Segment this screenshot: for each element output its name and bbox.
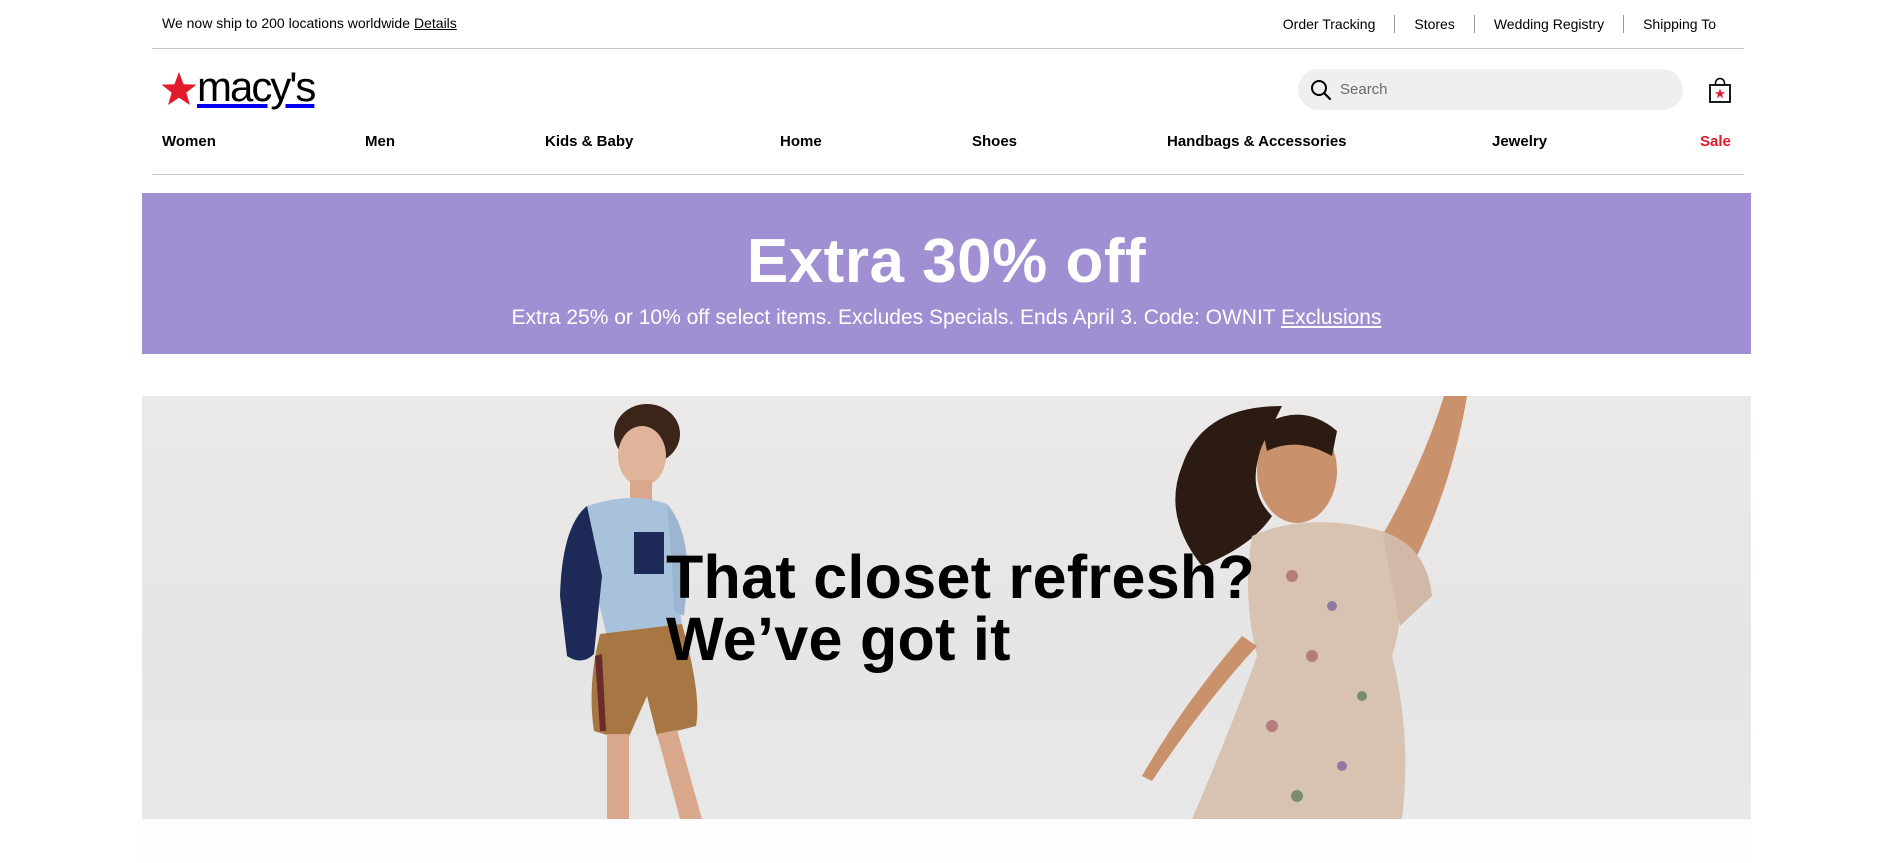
order-tracking-link[interactable]: Order Tracking: [1264, 15, 1395, 33]
search-bar[interactable]: [1298, 69, 1683, 110]
star-icon: [161, 72, 197, 105]
hero-banner[interactable]: That closet refresh? We’ve got it: [142, 396, 1751, 819]
nav-sale[interactable]: Sale: [1700, 133, 1731, 150]
promo-banner[interactable]: Extra 30% off Extra 25% or 10% off selec…: [142, 193, 1751, 354]
nav-handbags-accessories[interactable]: Handbags & Accessories: [1167, 133, 1347, 150]
stores-link[interactable]: Stores: [1394, 15, 1473, 33]
details-link[interactable]: Details: [414, 15, 457, 31]
hero-headline-line1: That closet refresh?: [666, 543, 1256, 611]
shopping-bag-icon: [1709, 77, 1731, 103]
nav-kids-baby[interactable]: Kids & Baby: [545, 133, 633, 150]
macys-logo[interactable]: macy's: [161, 63, 316, 110]
content-below-fold: [142, 819, 1751, 863]
promo-subtitle-text: Extra 25% or 10% off select items. Exclu…: [511, 306, 1276, 329]
shipping-to-link[interactable]: Shipping To: [1623, 15, 1716, 33]
nav-men[interactable]: Men: [365, 133, 395, 150]
utility-bar: We now ship to 200 locations worldwide De…: [152, 0, 1744, 49]
hero-headline: That closet refresh? We’ve got it: [666, 546, 1255, 670]
nav-jewelry[interactable]: Jewelry: [1492, 133, 1547, 150]
shipping-message: We now ship to 200 locations worldwide De…: [162, 15, 457, 31]
main-nav: Women Men Kids & Baby Home Shoes Handbag…: [152, 126, 1744, 175]
exclusions-link[interactable]: Exclusions: [1281, 306, 1381, 329]
nav-women[interactable]: Women: [162, 133, 216, 150]
utility-links: Order Tracking Stores Wedding Registry S…: [1264, 15, 1716, 33]
search-input[interactable]: [1340, 81, 1660, 98]
search-icon: [1311, 79, 1332, 100]
logo-wordmark: macy's: [197, 63, 316, 110]
promo-title: Extra 30% off: [746, 227, 1147, 296]
promo-subtitle: Extra 25% or 10% off select items. Exclu…: [142, 306, 1751, 330]
shopping-bag-button[interactable]: [1707, 77, 1733, 104]
nav-home[interactable]: Home: [780, 133, 822, 150]
hero-headline-line2: We’ve got it: [666, 605, 1011, 673]
shipping-message-text: We now ship to 200 locations worldwide: [162, 15, 410, 31]
wedding-registry-link[interactable]: Wedding Registry: [1473, 15, 1623, 33]
nav-shoes[interactable]: Shoes: [972, 133, 1017, 150]
